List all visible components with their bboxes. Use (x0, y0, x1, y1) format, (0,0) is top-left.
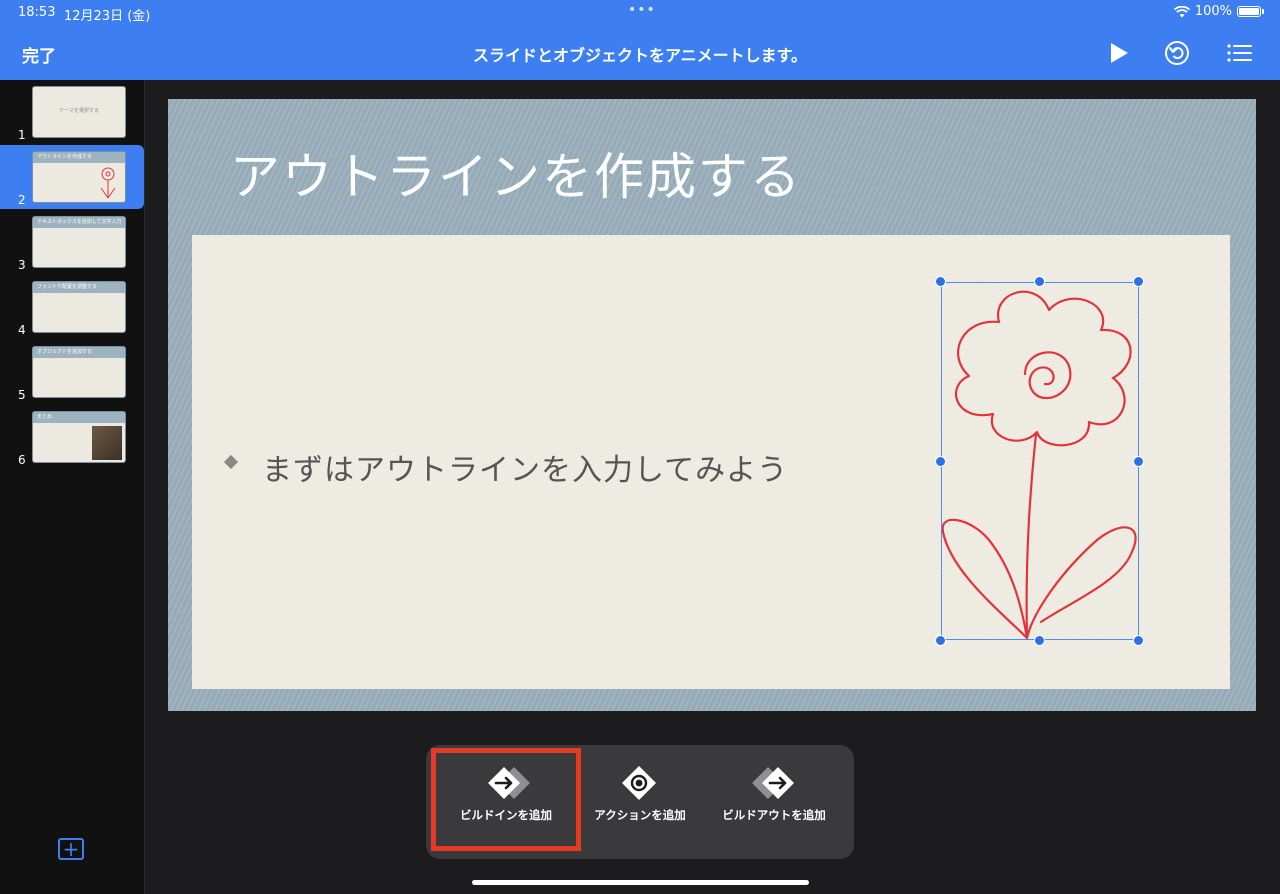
thumbnail-title: テーマを選択する (59, 108, 100, 114)
thumbnail-number: 5 (18, 388, 26, 402)
wifi-icon (1173, 5, 1190, 17)
resize-handle[interactable] (935, 276, 946, 287)
resize-handle[interactable] (1133, 635, 1144, 646)
list-button[interactable] (1225, 38, 1255, 68)
resize-handle[interactable] (1133, 276, 1144, 287)
thumbnail-image: テキストボックスを追加して文字入力 (32, 216, 126, 268)
multitasking-dots[interactable]: ••• (628, 2, 656, 18)
top-toolbar: 18:53 12月23日 (金) ••• 100% 完了 スライドとオブジェクト… (0, 0, 1280, 80)
thumbnail-number: 3 (18, 258, 26, 272)
add-build-in-button[interactable]: ビルドインを追加 (436, 745, 576, 859)
slide-canvas[interactable]: アウトラインを作成する まずはアウトラインを入力してみよう (168, 99, 1256, 711)
undo-icon (1165, 41, 1189, 65)
thumbnail-title: フォントや配置を調整する (37, 284, 98, 290)
play-icon (1111, 43, 1128, 63)
toolbar-title: スライドとオブジェクトをアニメートします。 (472, 46, 808, 65)
slide-thumbnail-3[interactable]: テキストボックスを追加して文字入力 3 (0, 210, 144, 274)
thumbnail-image: オブジェクトを追加する (32, 346, 126, 398)
thumbnail-title: テキストボックスを追加して文字入力 (37, 219, 122, 225)
play-button[interactable] (1104, 38, 1134, 68)
thumbnail-image: テーマを選択する (32, 86, 126, 138)
status-right: 100% (1173, 4, 1264, 19)
flower-thumb-icon (100, 167, 116, 199)
resize-handle[interactable] (935, 635, 946, 646)
build-in-icon (488, 767, 530, 799)
plus-icon: + (62, 837, 80, 861)
slide-thumbnail-1[interactable]: テーマを選択する 1 (0, 80, 144, 144)
build-in-label: ビルドインを追加 (460, 808, 552, 822)
battery-icon (1237, 6, 1261, 17)
battery-tip (1262, 9, 1264, 14)
photo-thumbnail (92, 426, 122, 460)
thumbnail-image: アウトラインを作成する (32, 151, 126, 203)
home-indicator[interactable] (472, 880, 809, 885)
slide-thumbnail-4[interactable]: フォントや配置を調整する 4 (0, 275, 144, 339)
thumbnail-title: まとめ (37, 414, 53, 420)
add-build-out-button[interactable]: ビルドアウトを追加 (704, 745, 844, 859)
resize-handle[interactable] (935, 456, 946, 467)
status-time: 18:53 (18, 5, 56, 20)
slide-navigator: テーマを選択する 1 アウトラインを作成する 2 テキストボックスを追加して文字… (0, 80, 145, 894)
thumbnail-image: まとめ (32, 411, 126, 463)
animation-menu: ビルドインを追加 アクションを追加 ビルドアウトを追加 (426, 745, 854, 859)
thumbnail-number: 4 (18, 323, 26, 337)
thumbnail-number: 1 (18, 128, 26, 142)
action-label: アクションを追加 (594, 808, 686, 822)
selection-box (941, 282, 1139, 640)
slide-bullet-text[interactable]: まずはアウトラインを入力してみよう (262, 445, 788, 489)
add-action-button[interactable]: アクションを追加 (570, 745, 710, 859)
slide-title[interactable]: アウトラインを作成する (230, 137, 802, 209)
done-button[interactable]: 完了 (22, 42, 56, 67)
thumbnail-image: フォントや配置を調整する (32, 281, 126, 333)
thumbnail-number: 6 (18, 453, 26, 467)
build-out-icon (752, 767, 794, 799)
add-slide-button[interactable]: + (58, 838, 84, 860)
slide-thumbnail-2[interactable]: アウトラインを作成する 2 (0, 145, 144, 209)
thumbnail-title: アウトラインを作成する (37, 154, 93, 160)
battery-percent: 100% (1194, 4, 1232, 19)
resize-handle[interactable] (1034, 276, 1045, 287)
resize-handle[interactable] (1034, 635, 1045, 646)
slide-thumbnail-5[interactable]: オブジェクトを追加する 5 (0, 340, 144, 404)
list-icon (1227, 44, 1252, 62)
action-icon (622, 766, 656, 800)
slide-thumbnail-6[interactable]: まとめ 6 (0, 405, 144, 469)
thumbnail-number: 2 (18, 193, 26, 207)
undo-button[interactable] (1162, 38, 1192, 68)
status-date: 12月23日 (金) (64, 9, 151, 24)
build-out-label: ビルドアウトを追加 (722, 808, 826, 822)
resize-handle[interactable] (1133, 456, 1144, 467)
thumbnail-title: オブジェクトを追加する (37, 349, 93, 355)
